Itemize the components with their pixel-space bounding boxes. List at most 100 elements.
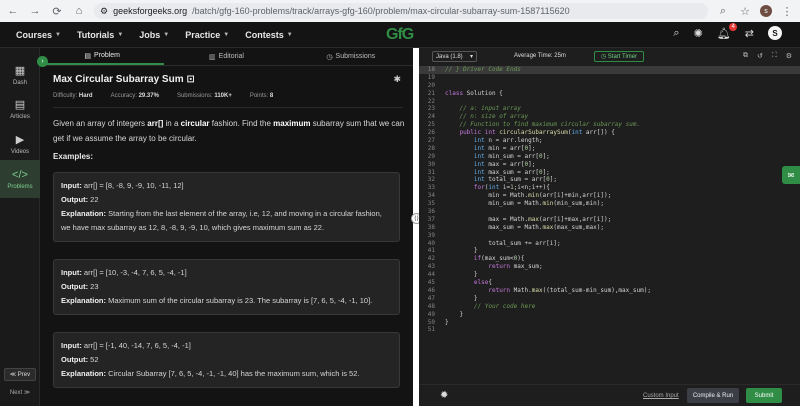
code-line[interactable]: 36 bbox=[419, 208, 800, 216]
example-output: Output: 22 bbox=[61, 193, 392, 207]
code-line[interactable]: 19 bbox=[419, 74, 800, 82]
tab-problem[interactable]: ▤ Problem bbox=[40, 48, 165, 65]
code-line[interactable]: 31 int max_sum = arr[0]; bbox=[419, 169, 800, 177]
tab-editorial[interactable]: ▥ Editorial bbox=[164, 48, 288, 65]
browser-profile-avatar[interactable]: s bbox=[760, 5, 772, 17]
browser-chrome: ← → ⟳ ⌂ ⚙ geeksforgeeks.org/batch/gfg-16… bbox=[0, 0, 800, 22]
code-line[interactable]: 46 return Math.max((total_sum-min_sum),m… bbox=[419, 287, 800, 295]
fullscreen-icon[interactable]: ⛶ bbox=[772, 52, 777, 60]
rail-item-videos[interactable]: ▶ Videos bbox=[0, 125, 40, 163]
chat-icon[interactable]: ✉ bbox=[782, 166, 800, 184]
theme-toggle-icon[interactable]: ✺ bbox=[694, 27, 703, 40]
editor-footer: ✹ Custom Input Compile & Run Submit bbox=[419, 384, 800, 406]
code-area[interactable]: 18 // } Driver Code Ends 19 20 21 class Solut… bbox=[419, 66, 800, 384]
code-line[interactable]: 42 if(max_sum<0){ bbox=[419, 255, 800, 263]
line-code: // } Driver Code Ends bbox=[445, 66, 521, 73]
line-code: return max_sum; bbox=[488, 263, 543, 271]
code-line[interactable]: 33 for(int i=1;i<n;i++){ bbox=[419, 184, 800, 192]
code-line[interactable]: 43 return max_sum; bbox=[419, 263, 800, 271]
code-line[interactable]: 26 public int circularSubarraySum(int ar… bbox=[419, 129, 800, 137]
code-line[interactable]: 35 min_sum = Math.min(min_sum,min); bbox=[419, 200, 800, 208]
line-code: } bbox=[445, 271, 478, 279]
code-line[interactable]: 45 else{ bbox=[419, 279, 800, 287]
code-line[interactable]: 27 int n = arr.length; bbox=[419, 137, 800, 145]
code-line[interactable]: 39 bbox=[419, 232, 800, 240]
expand-panel-icon[interactable]: › bbox=[37, 56, 48, 67]
next-button[interactable]: Next ≫ bbox=[4, 386, 36, 399]
code-line[interactable]: 34 min = Math.min(arr[i]+min,arr[i]); bbox=[419, 192, 800, 200]
bookmark-star-icon[interactable]: ☆ bbox=[738, 5, 752, 18]
code-line[interactable]: 48 // Your code here bbox=[419, 303, 800, 311]
code-line[interactable]: 44 } bbox=[419, 271, 800, 279]
line-number: 19 bbox=[427, 73, 435, 81]
code-line[interactable]: 38 max_sum = Math.max(max_sum,max); bbox=[419, 224, 800, 232]
line-code: public int circularSubarraySum(int arr[]… bbox=[459, 129, 615, 137]
bookmark-icon[interactable]: ⊡ bbox=[186, 74, 194, 85]
rail-item-dash[interactable]: ▦ Dash bbox=[0, 56, 40, 94]
nav-jobs[interactable]: Jobs ▼ bbox=[139, 30, 169, 40]
prev-button[interactable]: ≪ Prev bbox=[4, 368, 36, 381]
history-icon: ◷ bbox=[326, 53, 333, 61]
nav-contests[interactable]: Contests ▼ bbox=[245, 30, 292, 40]
report-bug-icon[interactable]: ✱ bbox=[393, 74, 401, 85]
code-line[interactable]: 51 bbox=[419, 326, 800, 334]
line-code: max_sum = Math.max(max_sum,max); bbox=[445, 223, 604, 231]
back-icon[interactable]: ← bbox=[6, 5, 20, 17]
code-line[interactable]: 20 bbox=[419, 82, 800, 90]
settings-icon[interactable]: ⚙ bbox=[786, 52, 792, 60]
code-line[interactable]: 22 bbox=[419, 98, 800, 106]
site-info-icon[interactable]: ⚙ bbox=[100, 6, 108, 17]
forward-icon[interactable]: → bbox=[28, 5, 42, 17]
line-number: 32 bbox=[427, 176, 435, 184]
code-line[interactable]: 41 } bbox=[419, 247, 800, 255]
code-line[interactable]: 21 class Solution { bbox=[419, 90, 800, 98]
home-icon[interactable]: ⌂ bbox=[72, 5, 86, 17]
tab-label: Submissions bbox=[335, 53, 376, 60]
custom-input-link[interactable]: Custom Input bbox=[643, 393, 679, 399]
output-label: Output: bbox=[61, 195, 89, 204]
line-code: int max = arr[0]; bbox=[473, 160, 536, 168]
code-line[interactable]: 25 // Function to find maximum circular … bbox=[419, 121, 800, 129]
code-line[interactable]: 49 } bbox=[419, 311, 800, 319]
code-icon: </> bbox=[12, 168, 28, 181]
address-bar[interactable]: ⚙ geeksforgeeks.org/batch/gfg-160-proble… bbox=[94, 3, 708, 19]
input-value: arr[] = [-1, 40, -14, 7, 6, 5, -4, -1] bbox=[83, 341, 191, 350]
submit-button[interactable]: Submit bbox=[746, 388, 782, 403]
code-line[interactable]: 28 int min = arr[0]; bbox=[419, 145, 800, 153]
rail-item-articles[interactable]: ▤ Articles bbox=[0, 90, 40, 128]
code-line[interactable]: 37 max = Math.max(arr[i]+max,arr[i]); bbox=[419, 216, 800, 224]
zoom-icon[interactable]: ⌕ bbox=[716, 5, 730, 18]
start-timer-button[interactable]: ◷ Start Timer bbox=[594, 51, 644, 62]
line-number: 51 bbox=[427, 326, 435, 334]
code-line[interactable]: 29 int min_sum = arr[0]; bbox=[419, 153, 800, 161]
gfg-logo[interactable]: GfG bbox=[386, 26, 414, 44]
nav-tutorials[interactable]: Tutorials ▼ bbox=[77, 30, 123, 40]
tab-submissions[interactable]: ◷ Submissions bbox=[289, 48, 413, 65]
theme-sun-icon[interactable]: ✹ bbox=[440, 390, 448, 401]
left-rail: ▦ Dash ▤ Articles ▶ Videos </> Problems … bbox=[0, 48, 40, 406]
code-line[interactable]: 23 // a: input array bbox=[419, 105, 800, 113]
code-line[interactable]: 18 // } Driver Code Ends bbox=[419, 66, 800, 74]
rail-item-problems[interactable]: </> Problems bbox=[0, 160, 40, 198]
code-line[interactable]: 50} bbox=[419, 319, 800, 327]
code-line[interactable]: 32 int total_sum = arr[0]; bbox=[419, 176, 800, 184]
code-line[interactable]: 24 // n: size of array bbox=[419, 113, 800, 121]
language-select[interactable]: Java (1.8) ▾ bbox=[432, 51, 477, 62]
line-number: 41 bbox=[427, 247, 435, 255]
code-line[interactable]: 30 int max = arr[0]; bbox=[419, 161, 800, 169]
search-icon[interactable]: ⌕ bbox=[673, 27, 679, 40]
compile-run-button[interactable]: Compile & Run bbox=[687, 388, 739, 403]
reset-icon[interactable]: ↺ bbox=[757, 52, 763, 60]
code-line[interactable]: 40 total_sum += arr[i]; bbox=[419, 240, 800, 248]
notification-bell-icon[interactable]: 🔔︎ 4 bbox=[717, 22, 737, 40]
code-line[interactable]: 47 } bbox=[419, 295, 800, 303]
nav-courses[interactable]: Courses ▼ bbox=[16, 30, 61, 40]
nav-practice[interactable]: Practice ▼ bbox=[185, 30, 229, 40]
points-label: Points: bbox=[249, 93, 269, 99]
line-number: 37 bbox=[427, 215, 435, 223]
browser-menu-icon[interactable]: ⋮ bbox=[780, 5, 794, 18]
copy-icon[interactable]: ⧉ bbox=[743, 52, 748, 60]
translate-icon[interactable]: ⇄ bbox=[745, 27, 754, 40]
user-avatar[interactable]: S bbox=[768, 26, 782, 40]
reload-icon[interactable]: ⟳ bbox=[50, 5, 64, 18]
